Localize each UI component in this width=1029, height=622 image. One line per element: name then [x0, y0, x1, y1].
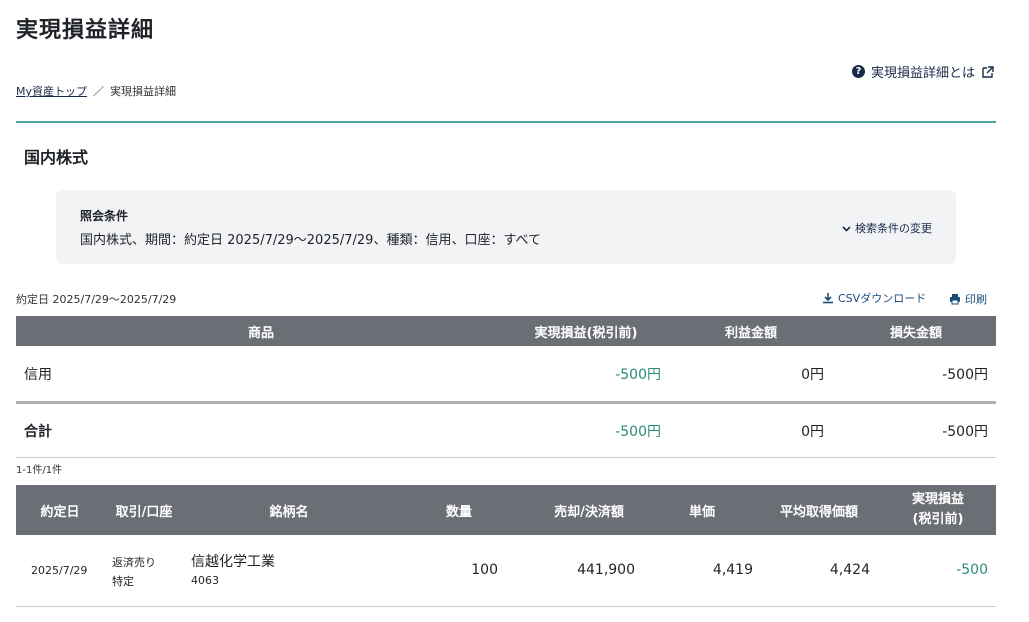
breadcrumb-separator: ／ — [93, 85, 105, 98]
col-loss: 損失金額 — [889, 325, 942, 341]
col-realized: 実現損益(税引前) — [534, 325, 638, 341]
product-name: 信用 — [24, 367, 52, 383]
col-realized-line1: 実現損益 — [911, 492, 964, 507]
help-link[interactable]: ? 実現損益詳細とは — [851, 62, 995, 81]
trade-date: 2025/7/29 — [31, 564, 88, 577]
total-loss-value: -500円 — [942, 424, 988, 440]
help-link-label: 実現損益詳細とは — [870, 66, 975, 81]
col-product: 商品 — [247, 325, 274, 341]
breadcrumb-home-link[interactable]: My資産トップ — [16, 83, 87, 99]
search-conditions-panel: 照会条件 国内株式、期間：約定日 2025/7/29〜2025/7/29、種類：… — [56, 190, 956, 264]
stock-code: 4063 — [191, 574, 219, 587]
section-divider — [16, 121, 996, 123]
quantity-value: 100 — [471, 562, 498, 578]
total-realized-value: -500円 — [615, 424, 661, 440]
col-qty: 数量 — [445, 504, 472, 520]
avg-price-value: 4,424 — [829, 562, 870, 578]
profit-value: 0円 — [801, 367, 824, 383]
total-label: 合計 — [24, 424, 52, 440]
section-title: 国内株式 — [24, 148, 89, 167]
realized-detail-value: -500 — [956, 562, 988, 578]
breadcrumb: My資産トップ ／ 実現損益詳細 — [16, 83, 176, 99]
detail-table-header: 約定日 取引/口座 銘柄名 数量 売却/決済額 単価 平均取得価額 実現損益 (… — [16, 485, 996, 535]
breadcrumb-current: 実現損益詳細 — [110, 85, 177, 98]
amount-value: 441,900 — [577, 562, 635, 578]
price-value: 4,419 — [712, 562, 753, 578]
col-avg: 平均取得価額 — [779, 504, 858, 520]
stock-name: 信越化学工業 — [191, 554, 275, 570]
col-realized-line2: (税引前) — [912, 512, 964, 527]
col-realized-detail: 実現損益 (税引前) — [888, 485, 988, 535]
download-icon — [823, 293, 833, 304]
page-title: 実現損益詳細 — [16, 18, 155, 43]
account-type: 特定 — [112, 575, 134, 588]
change-conditions-label: 検索条件の変更 — [855, 222, 932, 235]
summary-bottom-line — [16, 457, 996, 458]
print-link[interactable]: 印刷 — [949, 291, 987, 307]
summary-table-header: 商品 実現損益(税引前) 利益金額 損失金額 — [16, 316, 996, 346]
print-icon — [950, 294, 960, 305]
help-icon: ? — [851, 65, 865, 78]
conditions-text: 国内株式、期間：約定日 2025/7/29〜2025/7/29、種類：信用、口座… — [80, 233, 542, 248]
change-conditions-link[interactable]: 検索条件の変更 — [841, 220, 932, 236]
print-label: 印刷 — [965, 293, 987, 306]
col-trade: 取引/口座 — [115, 504, 173, 520]
total-divider — [16, 401, 996, 404]
csv-download-label: CSVダウンロード — [838, 292, 927, 305]
total-profit-value: 0円 — [801, 424, 824, 440]
loss-value: -500円 — [942, 367, 988, 383]
col-name: 銘柄名 — [269, 504, 309, 520]
col-date: 約定日 — [40, 504, 80, 520]
external-link-icon — [982, 65, 994, 78]
chevron-down-icon — [842, 225, 851, 232]
detail-bottom-line — [16, 606, 996, 607]
col-price: 単価 — [688, 504, 715, 520]
col-profit: 利益金額 — [724, 325, 777, 341]
csv-download-link[interactable]: CSVダウンロード — [822, 290, 926, 306]
conditions-label: 照会条件 — [80, 209, 129, 223]
result-count: 1-1件/1件 — [16, 465, 63, 476]
period-text: 約定日 2025/7/29〜2025/7/29 — [16, 293, 177, 306]
trade-type: 返済売り — [112, 556, 156, 569]
realized-value: -500円 — [615, 367, 661, 383]
col-amount: 売却/決済額 — [554, 504, 624, 520]
